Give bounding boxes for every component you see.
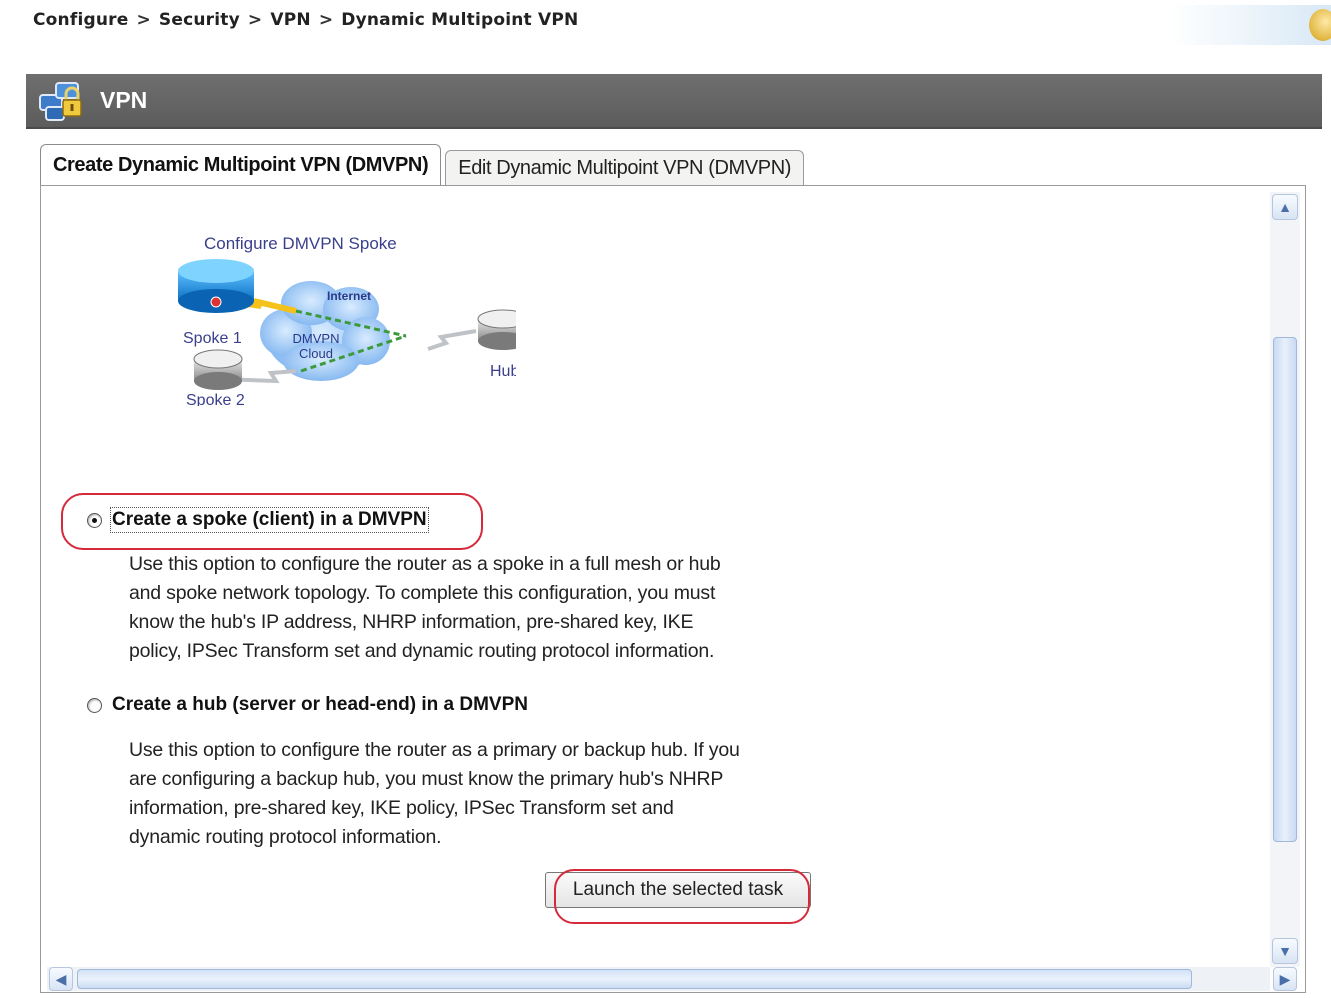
tab-bar: Create Dynamic Multipoint VPN (DMVPN) Ed… [40,144,808,186]
section-header: VPN [26,74,1322,129]
description-line: dynamic routing protocol information. [129,826,442,848]
corner-decoration [1170,5,1331,45]
breadcrumb-item-security[interactable]: Security [159,10,240,30]
breadcrumb-item-configure[interactable]: Configure [33,10,128,30]
tab-create-dmvpn[interactable]: Create Dynamic Multipoint VPN (DMVPN) [40,144,442,186]
spoke-radio-button[interactable] [87,512,102,528]
hub-link [427,329,477,351]
horizontal-scroll-thumb[interactable] [77,969,1192,989]
internet-label: Internet [327,289,371,303]
topology-graphic: Internet DMVPN Cloud Spoke 1 Spoke 2 Hub [178,259,529,409]
breadcrumb-separator: > [136,10,151,30]
scroll-up-icon[interactable]: ▲ [1272,194,1298,220]
spoke2-router-icon [193,349,243,390]
launch-task-button[interactable]: Launch the selected task [545,872,811,908]
tab-edit-dmvpn[interactable]: Edit Dynamic Multipoint VPN (DMVPN) [445,150,804,186]
breadcrumb-item-dmvpn: Dynamic Multipoint VPN [341,10,579,30]
vertical-scroll-thumb[interactable] [1273,337,1297,842]
spoke2-label: Spoke 2 [186,392,245,406]
spoke-option-label[interactable]: Create a spoke (client) in a DMVPN [110,507,429,533]
hub-option-description: Use this option to configure the router … [129,736,740,852]
diagram-title: Configure DMVPN Spoke [204,234,397,253]
hub-option-label[interactable]: Create a hub (server or head-end) in a D… [112,694,528,716]
hub-router-icon [477,309,529,350]
vpn-icon [32,73,94,128]
description-line: know the hub's IP address, NHRP informat… [129,611,694,633]
section-title: VPN [100,87,148,113]
spoke-option-description: Use this option to configure the router … [129,550,721,666]
hub-radio-button[interactable] [87,697,102,713]
description-line: information, pre-shared key, IKE policy,… [129,797,674,819]
spoke1-router-icon [178,259,254,313]
breadcrumb-separator: > [318,10,334,30]
hub-option[interactable]: Create a hub (server or head-end) in a D… [87,694,528,716]
description-line: and spoke network topology. To complete … [129,582,716,604]
description-line: Use this option to configure the router … [129,553,721,575]
breadcrumb-separator: > [247,10,263,30]
breadcrumb-item-vpn[interactable]: VPN [270,10,310,30]
description-line: are configuring a backup hub, you must k… [129,768,724,790]
scroll-right-icon[interactable]: ▶ [1273,967,1297,991]
dmvpn-diagram: Configure DMVPN Spoke Internet DMVPN Clo… [136,231,529,409]
cloud-label-line1: DMVPN [293,331,340,346]
description-line: policy, IPSec Transform set and dynamic … [129,640,715,662]
scroll-corner: ▶ [1270,967,1300,991]
breadcrumb: Configure > Security > VPN > Dynamic Mul… [33,9,578,31]
spoke1-label: Spoke 1 [183,330,242,347]
horizontal-scrollbar[interactable]: ◀ [47,967,1270,991]
vertical-scrollbar[interactable]: ▲ ▼ [1270,192,1300,967]
scroll-left-icon[interactable]: ◀ [49,967,73,991]
scroll-down-icon[interactable]: ▼ [1272,938,1298,964]
description-line: Use this option to configure the router … [129,739,740,761]
tab-content-panel: Configure DMVPN Spoke Internet DMVPN Clo… [40,185,1306,993]
cloud-label-line2: Cloud [299,346,333,361]
hub-label: Hub [490,363,516,380]
spoke-option[interactable]: Create a spoke (client) in a DMVPN [87,507,429,533]
